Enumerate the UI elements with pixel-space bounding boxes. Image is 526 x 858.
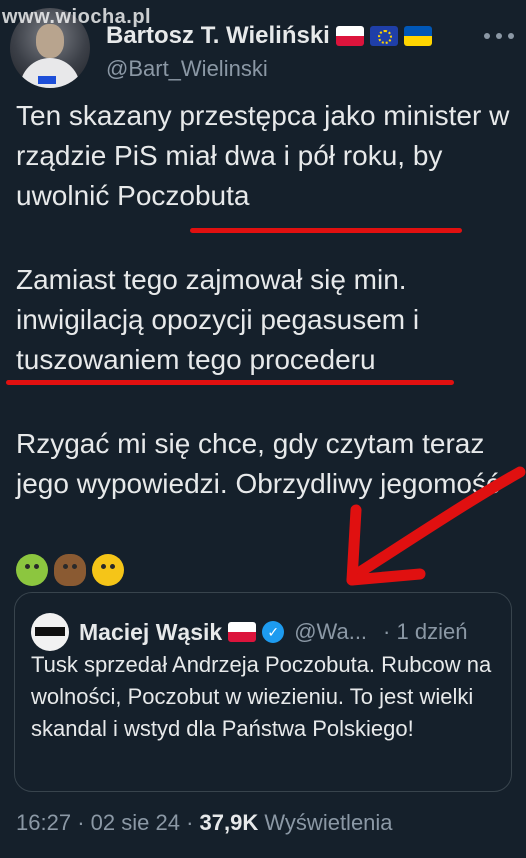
red-underline-1 [190,228,462,233]
tweet-time[interactable]: 16:27 [16,810,71,835]
watermark: www.wiocha.pl [2,6,152,28]
quoted-tweet-time: · 1 dzień [383,619,468,644]
red-underline-2 [6,380,454,385]
dot-icon [508,33,514,39]
tweet-paragraph-2: Zamiast tego zajmował się min. inwigilac… [16,264,420,375]
poland-flag-icon [335,26,364,46]
avatar-head [36,24,64,58]
meta-separator: · [186,810,194,835]
tweet-paragraph-1: Ten skazany przestępca jako minister w r… [16,100,510,211]
dot-icon [496,33,502,39]
more-options-icon[interactable] [484,24,514,48]
quoted-author-handle: @Wa... [294,619,368,644]
tweet-date[interactable]: 02 sie 24 [91,810,180,835]
tweet-meta-row: 16:27 · 02 sie 24 · 37,9K Wyświetlenia [16,810,393,836]
quoted-tweet-text: Tusk sprzedał Andrzeja Poczobuta. Rubcow… [31,652,492,741]
quoted-tweet-card[interactable]: Maciej Wąsik ✓ @Wa... · 1 dzień Tusk spr… [14,592,512,792]
nauseated-face-icon [16,554,48,586]
ukraine-flag-icon [403,26,432,46]
quoted-tweet-header: Maciej Wąsik ✓ @Wa... · 1 dzień [31,613,467,651]
author-handle[interactable]: @Bart_Wielinski [106,56,268,82]
dot-icon [484,33,490,39]
avatar-badge [38,76,56,84]
pile-of-poo-icon [54,554,86,586]
author-name-row[interactable]: Bartosz T. Wieliński [106,22,432,50]
poland-flag-icon [228,622,257,642]
tweet-screenshot: www.wiocha.pl Bartosz T. Wieliński @Bart… [0,0,526,858]
quoted-author-name: Maciej Wąsik [79,618,223,645]
emoji-row [16,554,124,586]
quoted-author-avatar [31,613,69,651]
eu-flag-icon [369,26,398,46]
meta-separator: · [77,810,85,835]
red-arrow-annotation [346,466,526,586]
verified-badge-icon: ✓ [262,621,285,643]
face-vomiting-icon [92,554,124,586]
views-count: 37,9K [199,810,259,835]
views-label: Wyświetlenia [264,810,393,835]
